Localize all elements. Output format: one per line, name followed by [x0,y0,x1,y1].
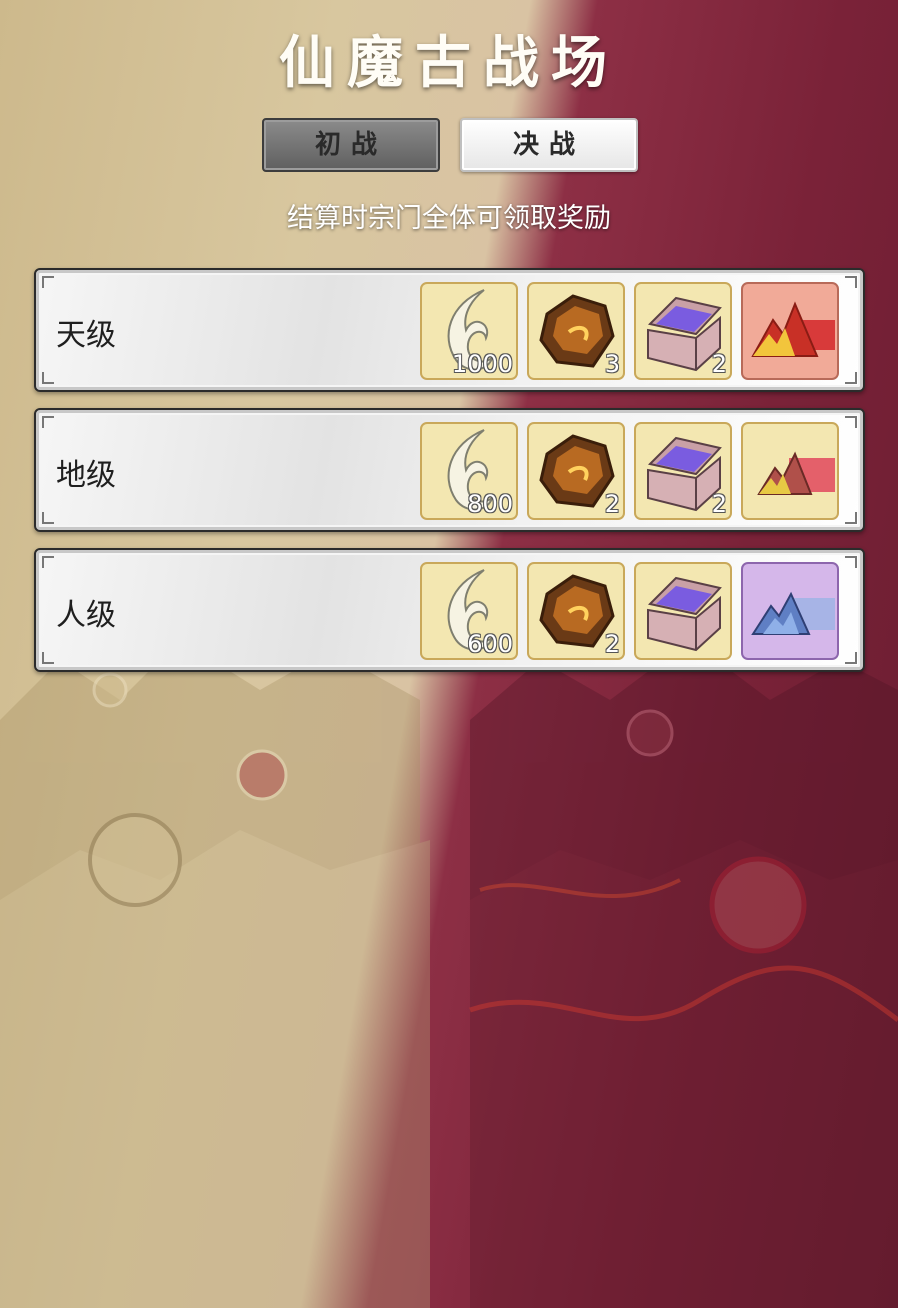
reward-item-ore[interactable]: 2 [527,422,625,520]
reward-items: 800 2 2 [420,422,848,520]
item-quantity: 600 [467,630,513,658]
item-quantity: 2 [604,630,620,658]
frame-corner [42,652,54,664]
reward-note: 结算时宗门全体可领取奖励 [287,203,611,234]
item-quantity: 2 [711,350,727,378]
reward-items: 600 2 [420,562,848,660]
item-quantity: 2 [711,490,727,518]
reward-list: 天级 1000 3 2 地级 800 2 2 人级 600 2 [34,268,865,688]
item-quantity: 2 [604,490,620,518]
reward-item-ore[interactable]: 3 [527,282,625,380]
ice-mountain-icon [751,591,835,635]
reward-row-human: 人级 600 2 [34,548,865,672]
frame-corner [42,556,54,568]
item-quantity: 800 [467,490,513,518]
tier-label: 人级 [56,598,116,633]
reward-row-heaven: 天级 1000 3 2 [34,268,865,392]
reward-item-chest[interactable] [634,562,732,660]
reward-item-chest[interactable]: 2 [634,422,732,520]
tier-label: 地级 [56,458,116,493]
item-quantity: 3 [604,350,620,378]
fire-mountain-icon [751,301,835,357]
reward-item-jade[interactable]: 800 [420,422,518,520]
reward-item-ore[interactable]: 2 [527,562,625,660]
frame-corner [42,512,54,524]
tab-first-battle[interactable]: 初战 [262,118,440,172]
frame-corner [42,276,54,288]
item-quantity: 1000 [451,350,513,378]
reward-item-golden-mountain[interactable] [741,422,839,520]
reward-row-earth: 地级 800 2 2 [34,408,865,532]
reward-item-jade[interactable]: 1000 [420,282,518,380]
frame-corner [42,416,54,428]
tab-final-battle[interactable]: 决战 [460,118,638,172]
reward-items: 1000 3 2 [420,282,848,380]
tier-label: 天级 [56,318,116,353]
reward-item-fire-mountain[interactable] [741,282,839,380]
frame-corner [42,372,54,384]
golden-mountain-icon [757,451,835,495]
reward-item-jade[interactable]: 600 [420,562,518,660]
reward-item-chest[interactable]: 2 [634,282,732,380]
treasure-chest-icon [647,576,722,652]
page-title: 仙魔古战场 [279,30,619,96]
reward-item-ice-mountain[interactable] [741,562,839,660]
